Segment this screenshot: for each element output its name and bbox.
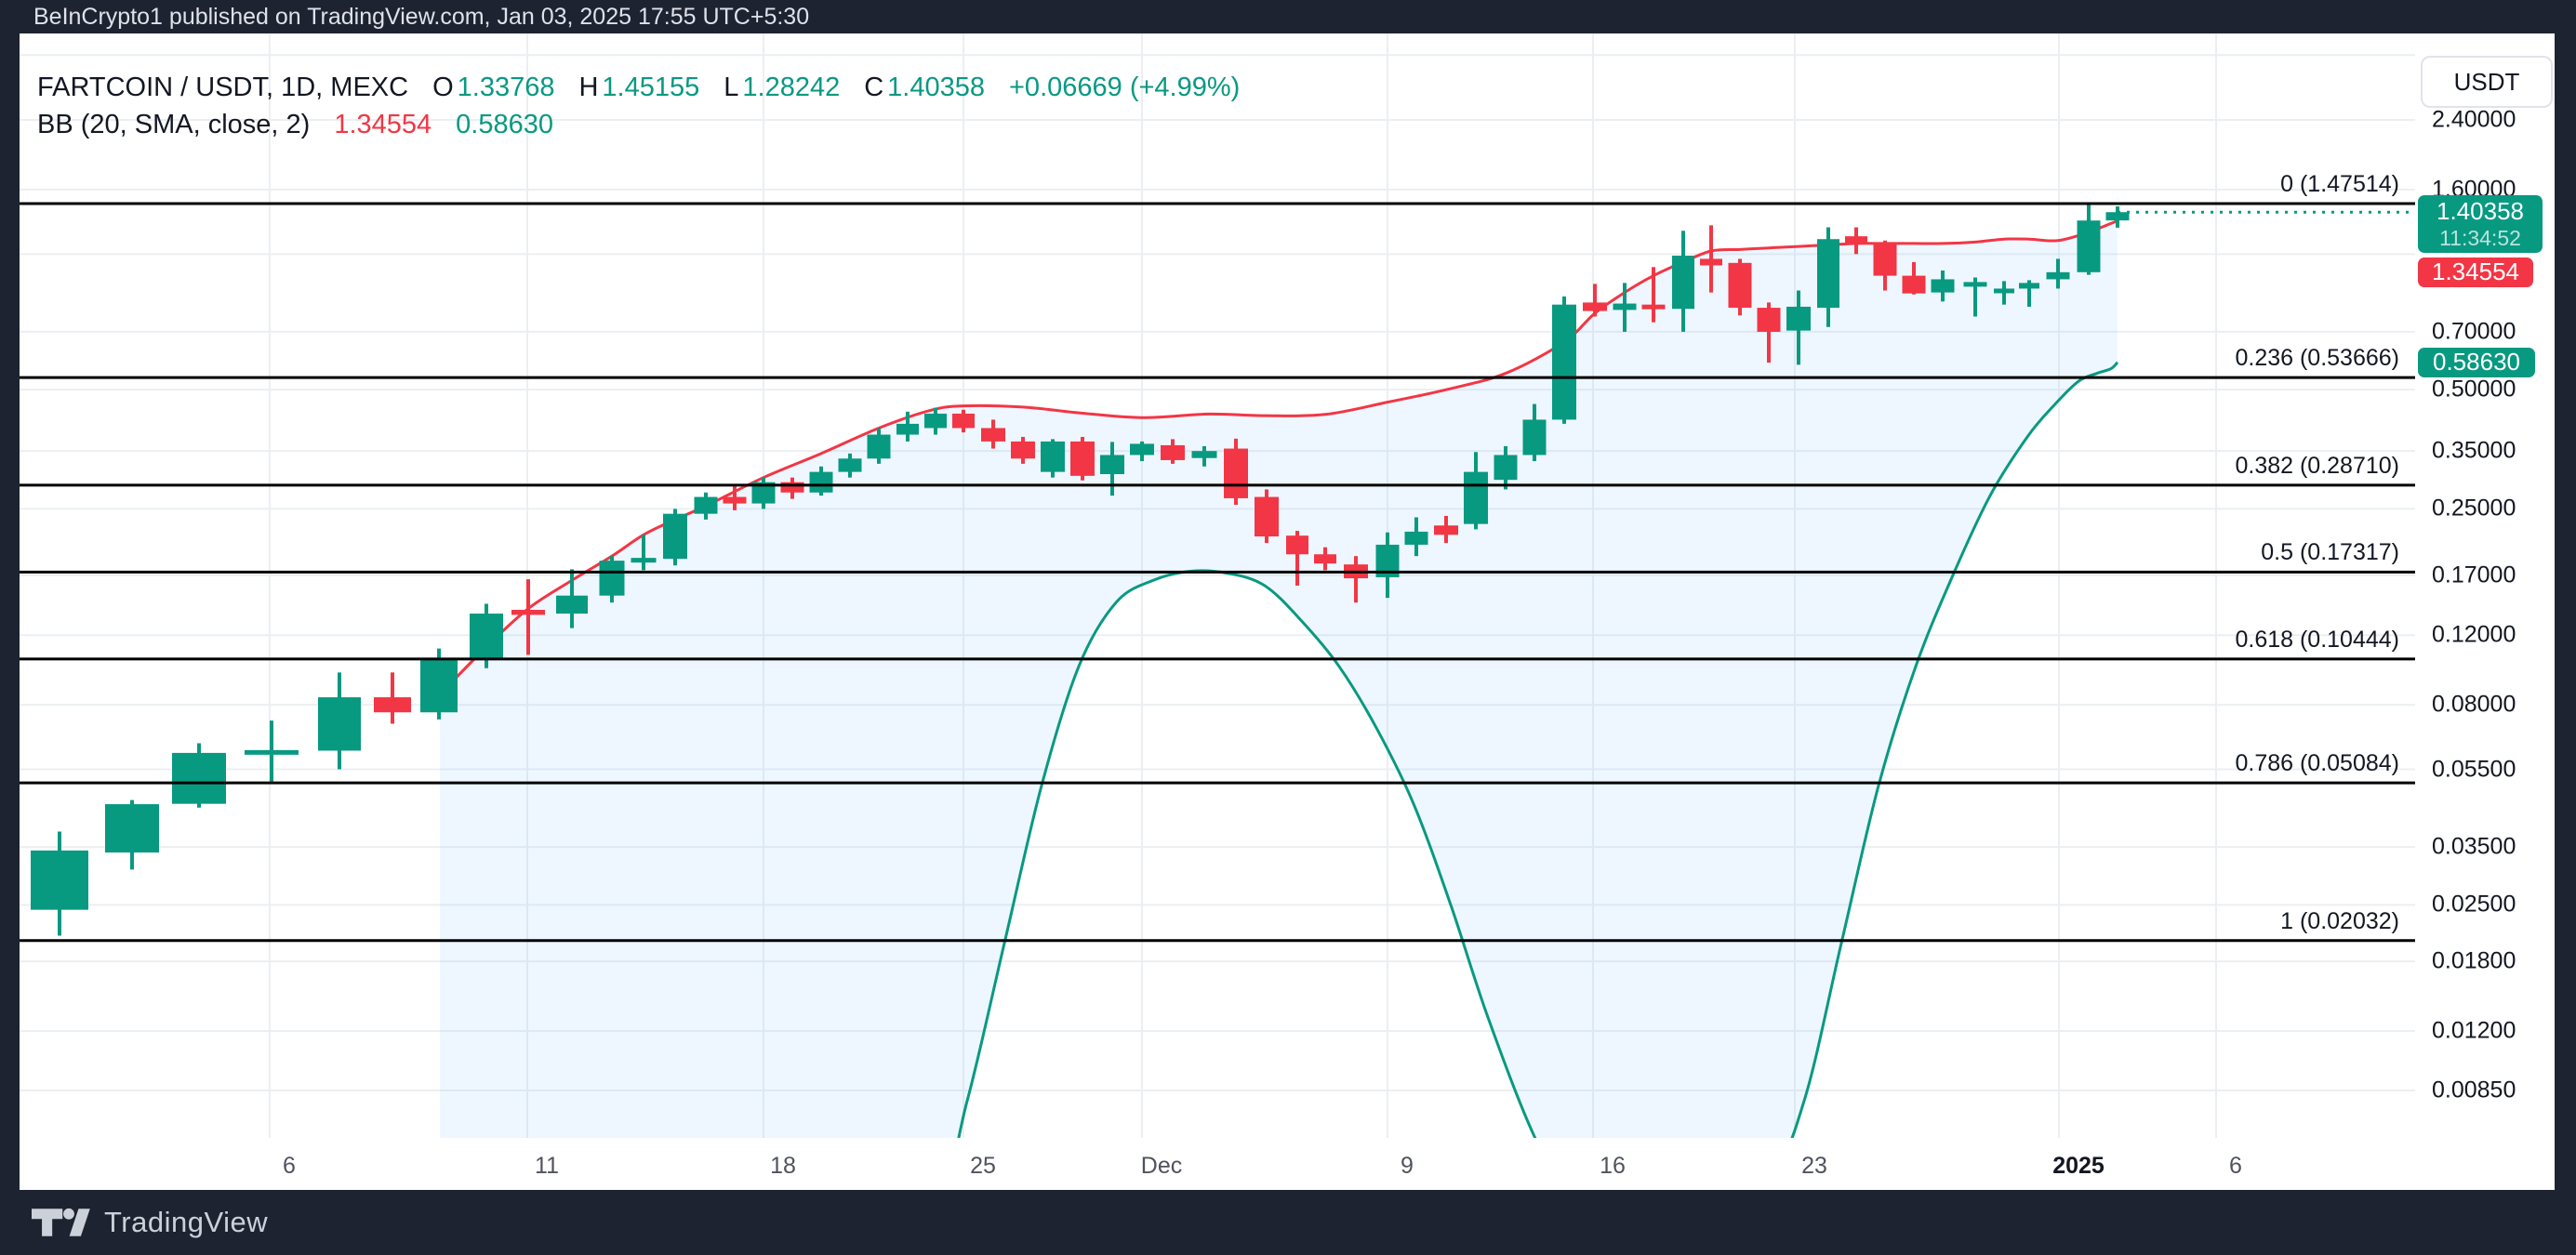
tradingview-published-chart: BeInCrypto1 published on TradingView.com…: [0, 0, 2576, 1255]
symbol-title[interactable]: FARTCOIN / USDT, 1D, MEXC: [37, 73, 408, 103]
candle-dec-15: [1552, 296, 1576, 424]
bar-countdown: 11:34:52: [2439, 225, 2521, 250]
price-tick-label: 0.12000: [2432, 621, 2516, 648]
candle-dec-21: [1728, 258, 1752, 316]
time-axis-label: 2025: [2052, 1153, 2105, 1179]
last-price-badge: 1.40358 11:34:52: [2418, 195, 2543, 253]
last-price-value: 1.40358: [2437, 196, 2524, 225]
candle-dec-4: [1224, 438, 1248, 506]
price-tick-label: 0.35000: [2432, 437, 2516, 464]
fib-level-label: 0.382 (0.28710): [2235, 452, 2399, 479]
time-axis-label: 23: [1801, 1153, 1827, 1179]
price-tick-label: 0.03500: [2432, 833, 2516, 860]
chart-surface[interactable]: 2.40000 1.60000 0.70000 0.50000 0.35000 0.250…: [20, 33, 2555, 1190]
change-value: +0.06669 (+4.99%): [1009, 73, 1241, 102]
ohlc-close: C 1.40358: [864, 73, 985, 102]
bb-lower-badge: 0.58630: [2418, 348, 2535, 377]
price-tick-label: 0.02500: [2432, 891, 2516, 918]
price-chart-svg[interactable]: [20, 33, 2555, 1190]
fib-level-label: 0.786 (0.05084): [2235, 750, 2399, 777]
candle-jan-2: [2077, 204, 2101, 275]
ohlc-low: L 1.28242: [724, 73, 841, 102]
fib-level-label: 0.5 (0.17317): [2261, 539, 2399, 566]
footer-bar: TradingView: [0, 1190, 2576, 1255]
price-tick-label: 0.70000: [2432, 318, 2516, 345]
time-axis-label: 16: [1600, 1153, 1626, 1179]
time-axis-label: 18: [770, 1153, 796, 1179]
time-axis-label: 11: [535, 1153, 559, 1179]
time-axis-label: 25: [970, 1153, 996, 1179]
bb-upper-value: 1.34554: [334, 110, 432, 139]
attribution-text: BeInCrypto1 published on TradingView.com…: [33, 4, 810, 30]
chart-legend: FARTCOIN / USDT, 1D, MEXC O 1.33768 H 1.45…: [37, 73, 1240, 147]
fib-level-label: 0.618 (0.10444): [2235, 626, 2399, 653]
time-axis-label: 6: [283, 1153, 296, 1179]
tradingview-logo-icon[interactable]: [32, 1204, 91, 1241]
ohlc-open: O 1.33768: [432, 73, 555, 102]
candle-nov-5: [172, 743, 226, 808]
tradingview-logo-text[interactable]: TradingView: [104, 1206, 268, 1239]
price-tick-label: 2.40000: [2432, 106, 2516, 133]
candle-nov-15: [663, 509, 687, 566]
price-tick-label: 0.01200: [2432, 1017, 2516, 1044]
plot-area[interactable]: [20, 33, 2415, 1190]
fib-level-label: 1 (0.02032): [2280, 907, 2399, 934]
ohlc-high: H 1.45155: [578, 73, 700, 102]
candle-nov-4: [105, 799, 159, 870]
price-tick-label: 0.25000: [2432, 495, 2516, 522]
price-tick-label: 0.01800: [2432, 947, 2516, 974]
legend-indicator-row: BB (20, SMA, close, 2) 1.34554 0.58630: [37, 110, 1240, 140]
candle-nov-6: [245, 720, 299, 783]
candle-nov-7: [318, 672, 361, 770]
price-tick-label: 0.50000: [2432, 376, 2516, 403]
currency-toggle-button[interactable]: USDT: [2421, 56, 2553, 108]
candle-nov-29: [1070, 436, 1095, 481]
price-tick-label: 0.05500: [2432, 756, 2516, 783]
fib-level-label: 0.236 (0.53666): [2235, 345, 2399, 372]
time-axis-label: 6: [2229, 1153, 2242, 1179]
fib-level-label: 0 (1.47514): [2280, 171, 2399, 198]
time-axis-label: Dec: [1140, 1153, 1183, 1179]
price-tick-label: 0.08000: [2432, 691, 2516, 718]
time-axis-label: 9: [1401, 1153, 1414, 1179]
price-tick-label: 0.00850: [2432, 1077, 2516, 1103]
bb-lower-value: 0.58630: [456, 110, 553, 139]
candle-nov-8: [374, 672, 411, 724]
candle-nov-28: [1041, 439, 1065, 478]
bb-upper-badge: 1.34554: [2418, 258, 2533, 287]
candle-dec-5: [1255, 489, 1279, 544]
attribution-bar: BeInCrypto1 published on TradingView.com…: [0, 0, 2576, 33]
price-tick-label: 0.17000: [2432, 561, 2516, 588]
legend-symbol-row: FARTCOIN / USDT, 1D, MEXC O 1.33768 H 1.45…: [37, 73, 1240, 103]
bb-indicator-title[interactable]: BB (20, SMA, close, 2): [37, 110, 310, 140]
